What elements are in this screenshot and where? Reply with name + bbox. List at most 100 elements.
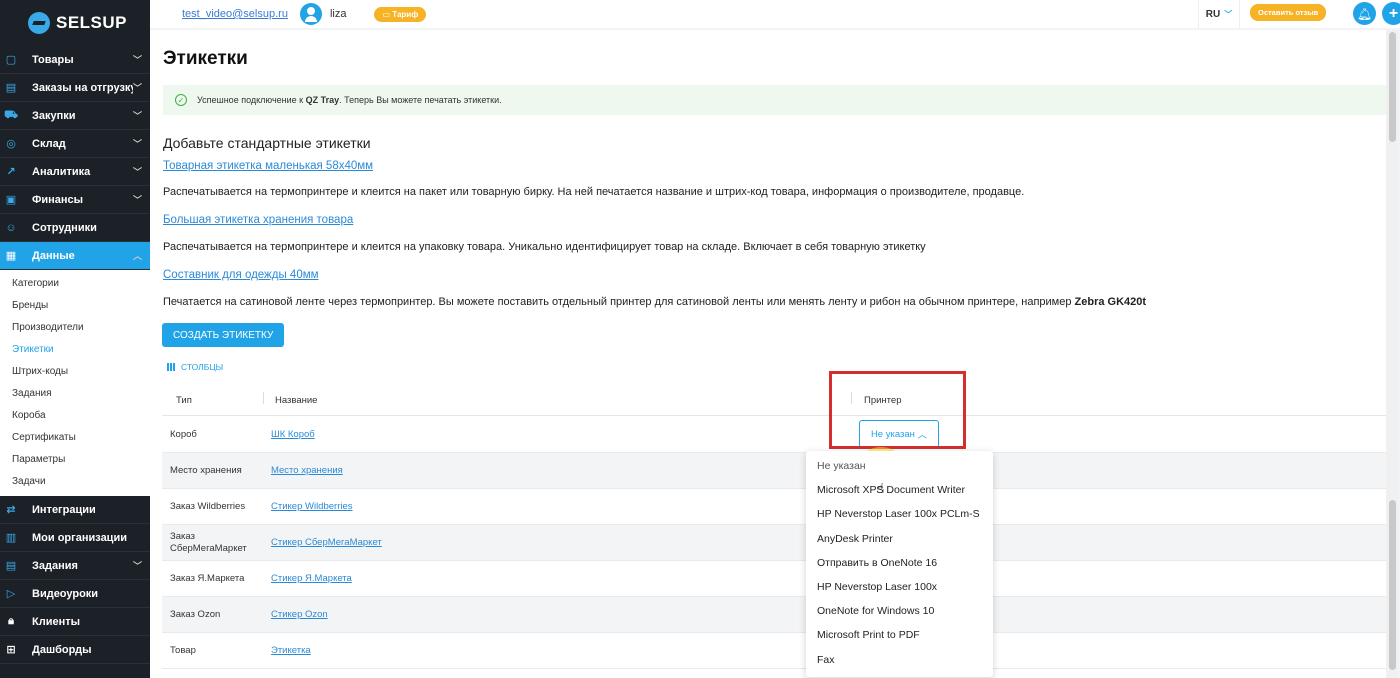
- printer-dropdown: Не указан Microsoft XPS Document Writer …: [806, 451, 993, 677]
- link-clothing-label[interactable]: Составник для одежды 40мм: [163, 269, 319, 281]
- plus-icon[interactable]: +: [1382, 2, 1400, 25]
- language-value: RU: [1205, 8, 1221, 20]
- sidebar-item-label: Данные: [32, 249, 75, 262]
- tariff-button[interactable]: ▭ Тариф: [374, 6, 427, 22]
- sidebar-item-analytics[interactable]: ↗ Аналитика ﹀: [0, 158, 150, 186]
- check-circle-icon: ✓: [175, 94, 187, 106]
- sidebar-item-dashboards[interactable]: ⊞ Дашборды: [0, 636, 150, 664]
- chevron-down-icon: ﹀: [132, 55, 142, 65]
- vertical-scrollbar[interactable]: [1386, 30, 1398, 678]
- scrollbar-thumb[interactable]: [1389, 32, 1396, 142]
- row-type: Короб: [170, 429, 197, 440]
- printer-option[interactable]: Microsoft XPS Document Writer: [806, 478, 993, 502]
- scrollbar-thumb[interactable]: [1389, 500, 1396, 670]
- row-name-link[interactable]: ШК Короб: [271, 429, 315, 440]
- printer-option[interactable]: Fax: [806, 648, 993, 672]
- table-row: Заказ Ozon Стикер Ozon: [162, 597, 1398, 633]
- sidebar-submenu-data: Категории Бренды Производители Этикетки …: [0, 270, 150, 496]
- sidebar-subitem-certificates[interactable]: Сертификаты: [0, 426, 150, 448]
- header-type[interactable]: Тип: [176, 395, 192, 406]
- printer-option[interactable]: HP Neverstop Laser 100x: [806, 575, 993, 599]
- video-icon: ▷: [6, 588, 16, 600]
- table-row: Короб ШК Короб Не указан ︿: [162, 417, 1398, 453]
- columns-icon: [167, 363, 175, 371]
- sidebar-subitem-tasks[interactable]: Задачи: [0, 470, 150, 492]
- user-email-link[interactable]: test_video@selsup.ru: [182, 8, 288, 20]
- sidebar-item-assignments[interactable]: ▤ Задания ﹀: [0, 552, 150, 580]
- link-storage-label[interactable]: Большая этикетка хранения товара: [163, 214, 353, 226]
- sidebar-item-label: Клиенты: [32, 615, 81, 628]
- sidebar-item-label: Задания: [32, 559, 78, 572]
- dashboard-icon: ⊞: [6, 644, 16, 656]
- chevron-down-icon: ﹀: [132, 83, 142, 93]
- row-name-link[interactable]: Стикер Я.Маркета: [271, 573, 352, 584]
- sidebar-item-employees[interactable]: ☺ Сотрудники: [0, 214, 150, 242]
- link-small-label[interactable]: Товарная этикетка маленькая 58х40мм: [163, 160, 373, 172]
- row-type: Товар: [170, 645, 196, 656]
- sidebar-item-organizations[interactable]: ▥ Мои организации: [0, 524, 150, 552]
- sidebar-subitem-assignments[interactable]: Задания: [0, 382, 150, 404]
- printer-option[interactable]: HP Neverstop Laser 100x PCLm-S: [806, 502, 993, 526]
- sidebar-subitem-parameters[interactable]: Параметры: [0, 448, 150, 470]
- row-name-link[interactable]: Место хранения: [271, 465, 343, 476]
- sidebar-item-data[interactable]: ▦ Данные ︿: [0, 242, 150, 270]
- printer-option[interactable]: Не указан: [806, 454, 993, 478]
- org-icon: ▥: [5, 532, 17, 544]
- printer-option[interactable]: AnyDesk Printer: [806, 527, 993, 551]
- feedback-button[interactable]: Оставить отзыв: [1250, 4, 1327, 21]
- sidebar-subitem-categories[interactable]: Категории: [0, 272, 150, 294]
- sidebar-subitem-boxes[interactable]: Короба: [0, 404, 150, 426]
- sidebar-item-integrations[interactable]: ⇄ Интеграции: [0, 496, 150, 524]
- row-type: Заказ Ozon: [170, 609, 221, 620]
- chart-icon: ↗: [6, 166, 16, 178]
- finance-icon: ▣: [5, 194, 17, 206]
- sidebar-item-purchases[interactable]: ⛟ Закупки ﹀: [0, 102, 150, 130]
- row-name-link[interactable]: Этикетка: [271, 645, 311, 656]
- columns-button[interactable]: СТОЛБЦЫ: [167, 362, 223, 372]
- row-type: Заказ Wildberries: [170, 501, 246, 512]
- warehouse-icon: ◎: [6, 138, 16, 150]
- sidebar-item-video[interactable]: ▷ Видеоуроки: [0, 580, 150, 608]
- section-title: Добавьте стандартные этикетки: [163, 135, 371, 151]
- sidebar-item-finance[interactable]: ▣ Финансы ﹀: [0, 186, 150, 214]
- row-name-link[interactable]: Стикер Wildberries: [271, 501, 353, 512]
- create-label-button[interactable]: СОЗДАТЬ ЭТИКЕТКУ: [162, 323, 285, 347]
- printer-column-highlight: [829, 371, 966, 449]
- sidebar-item-warehouse[interactable]: ◎ Склад ﹀: [0, 130, 150, 158]
- language-select[interactable]: RU ﹀: [1198, 0, 1240, 28]
- desc-clothing-label: Печатается на сатиновой ленте через терм…: [163, 296, 1146, 308]
- sidebar-subitem-brands[interactable]: Бренды: [0, 294, 150, 316]
- sidebar-item-label: Товары: [32, 53, 74, 66]
- logo-icon: [28, 12, 50, 34]
- columns-label: СТОЛБЦЫ: [181, 362, 224, 372]
- main-content: Этикетки ✓ Успешное подключение к QZ Tra…: [150, 30, 1398, 678]
- header-separator: [263, 392, 264, 404]
- sidebar-item-clients[interactable]: 🔒︎ Клиенты: [0, 608, 150, 636]
- sidebar-item-orders[interactable]: ▤ Заказы на отгрузку ﹀: [0, 74, 150, 102]
- chevron-down-icon: ﹀: [132, 167, 142, 177]
- tasks-icon: ▤: [5, 560, 17, 572]
- printer-option[interactable]: Отправить в OneNote 16: [806, 551, 993, 575]
- lock-icon: 🔒︎: [8, 615, 14, 627]
- bell-icon[interactable]: 🔔︎: [1353, 2, 1376, 25]
- row-name-link[interactable]: Стикер Ozon: [271, 609, 328, 620]
- sidebar-subitem-labels[interactable]: Этикетки: [0, 338, 150, 360]
- sidebar-subitem-manufacturers[interactable]: Производители: [0, 316, 150, 338]
- chevron-up-icon: ︿: [132, 251, 142, 261]
- sidebar-item-products[interactable]: ▢ Товары ﹀: [0, 46, 150, 74]
- logo[interactable]: SELSUP: [0, 0, 150, 46]
- sidebar-item-label: Аналитика: [32, 165, 91, 178]
- desc-clothing-prefix: Печатается на сатиновой ленте через терм…: [163, 296, 1075, 308]
- top-bar: test_video@selsup.ru liza ▭ Тариф RU ﹀ Ос…: [150, 0, 1400, 28]
- printer-option[interactable]: OneNote for Windows 10: [806, 599, 993, 623]
- table-row: Заказ Я.Маркета Стикер Я.Маркета: [162, 561, 1398, 597]
- header-name[interactable]: Название: [275, 395, 317, 406]
- orders-icon: ▤: [5, 82, 17, 94]
- printer-option[interactable]: Microsoft Print to PDF: [806, 623, 993, 647]
- row-name-link[interactable]: Стикер СберМегаМаркет: [271, 537, 382, 548]
- user-avatar-icon[interactable]: [299, 3, 322, 25]
- sidebar-subitem-barcodes[interactable]: Штрих-коды: [0, 360, 150, 382]
- sidebar-item-label: Склад: [32, 137, 66, 150]
- row-type: Заказ СберМегаМаркет: [170, 531, 247, 554]
- sidebar-item-label: Мои организации: [32, 531, 127, 544]
